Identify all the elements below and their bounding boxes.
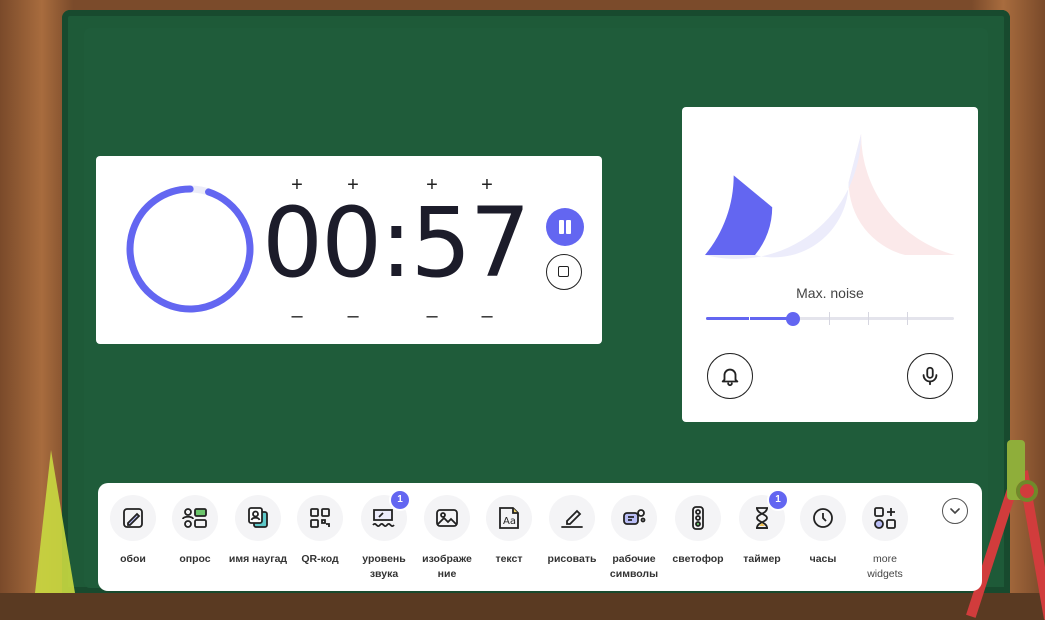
max-noise-label: Max. noise [796, 285, 864, 301]
toolbar-item-label: имя наугад [228, 553, 288, 565]
toolbar-item-label: светофор [672, 553, 724, 565]
hours-ones-minus-button[interactable]: – [343, 306, 363, 326]
microphone-icon [922, 366, 938, 386]
minutes-ones-minus-button[interactable]: – [477, 306, 497, 326]
random-name-icon [235, 495, 281, 541]
toolbar-item-label: изображе ние [422, 553, 472, 580]
toolbar-item-label: QR-код [301, 553, 339, 565]
sound-level-icon: 1 [361, 489, 411, 541]
toolbar-item-text[interactable]: Aa текст [479, 495, 539, 567]
toolbar-item-timer[interactable]: 1 таймер [732, 489, 792, 567]
toolbar-item-label: рисовать [547, 553, 597, 565]
minutes-tens-minus-button[interactable]: – [422, 306, 442, 326]
toolbar-item-random-name[interactable]: имя наугад [228, 495, 288, 567]
notification-badge: 1 [389, 489, 411, 511]
toolbar-item-image[interactable]: изображе ние [417, 495, 477, 582]
wallpaper-icon [110, 495, 156, 541]
clock-icon [800, 495, 846, 541]
collapse-toolbar-button[interactable] [942, 498, 968, 524]
compass-decoration [966, 430, 1045, 620]
stop-button[interactable] [546, 254, 582, 290]
qr-code-icon [297, 495, 343, 541]
slider-tick [749, 312, 750, 325]
toolbar-item-work-symbols[interactable]: рабочие символы [604, 495, 664, 582]
toolbar-item-label: more widgets [867, 553, 903, 580]
traffic-light-icon [675, 495, 721, 541]
image-icon [424, 495, 470, 541]
toolbar-item-label: часы [809, 553, 837, 565]
toolbar-item-sound-level[interactable]: 1 уровень звука [354, 489, 414, 582]
slider-tick [829, 312, 830, 325]
toolbar-item-clock[interactable]: часы [793, 495, 853, 567]
text-icon: Aa [486, 495, 532, 541]
noise-slider-handle[interactable] [785, 312, 800, 326]
toolbar-item-traffic-light[interactable]: светофор [668, 495, 728, 567]
toolbar-item-draw[interactable]: рисовать [542, 495, 602, 567]
timer-progress-ring [126, 185, 254, 313]
notification-badge: 1 [767, 489, 789, 511]
toolbar-item-label: уровень звука [362, 553, 406, 580]
toolbar-item-label: опрос [179, 553, 211, 565]
toolbar-item-label: текст [495, 553, 523, 565]
pause-button[interactable] [546, 208, 584, 246]
bell-icon [721, 368, 739, 387]
hourglass-icon: 1 [739, 489, 789, 541]
toolbar-item-label: таймер [743, 553, 781, 565]
noise-gauge [705, 133, 955, 259]
toolbar-item-label: рабочие символы [609, 553, 659, 580]
timer-display: 00:57 [262, 187, 531, 299]
toolbar-item-more-widgets[interactable]: more widgets [855, 495, 915, 582]
slider-tick [868, 312, 869, 325]
toolbar-item-poll[interactable]: опрос [165, 495, 225, 567]
draw-icon [549, 495, 595, 541]
work-symbols-icon [611, 495, 657, 541]
toolbar-item-wallpaper[interactable]: обои [103, 495, 163, 567]
microphone-button[interactable] [907, 353, 953, 399]
chevron-down-icon [950, 508, 960, 515]
hours-tens-minus-button[interactable]: – [287, 306, 307, 326]
toolbar-item-label: обои [120, 553, 146, 565]
slider-tick [907, 312, 908, 325]
bell-button[interactable] [707, 353, 753, 399]
toolbar-item-qr-code[interactable]: QR-код [290, 495, 350, 567]
more-widgets-icon [862, 495, 908, 541]
poll-icon [172, 495, 218, 541]
svg-text:Aa: Aa [503, 516, 516, 527]
